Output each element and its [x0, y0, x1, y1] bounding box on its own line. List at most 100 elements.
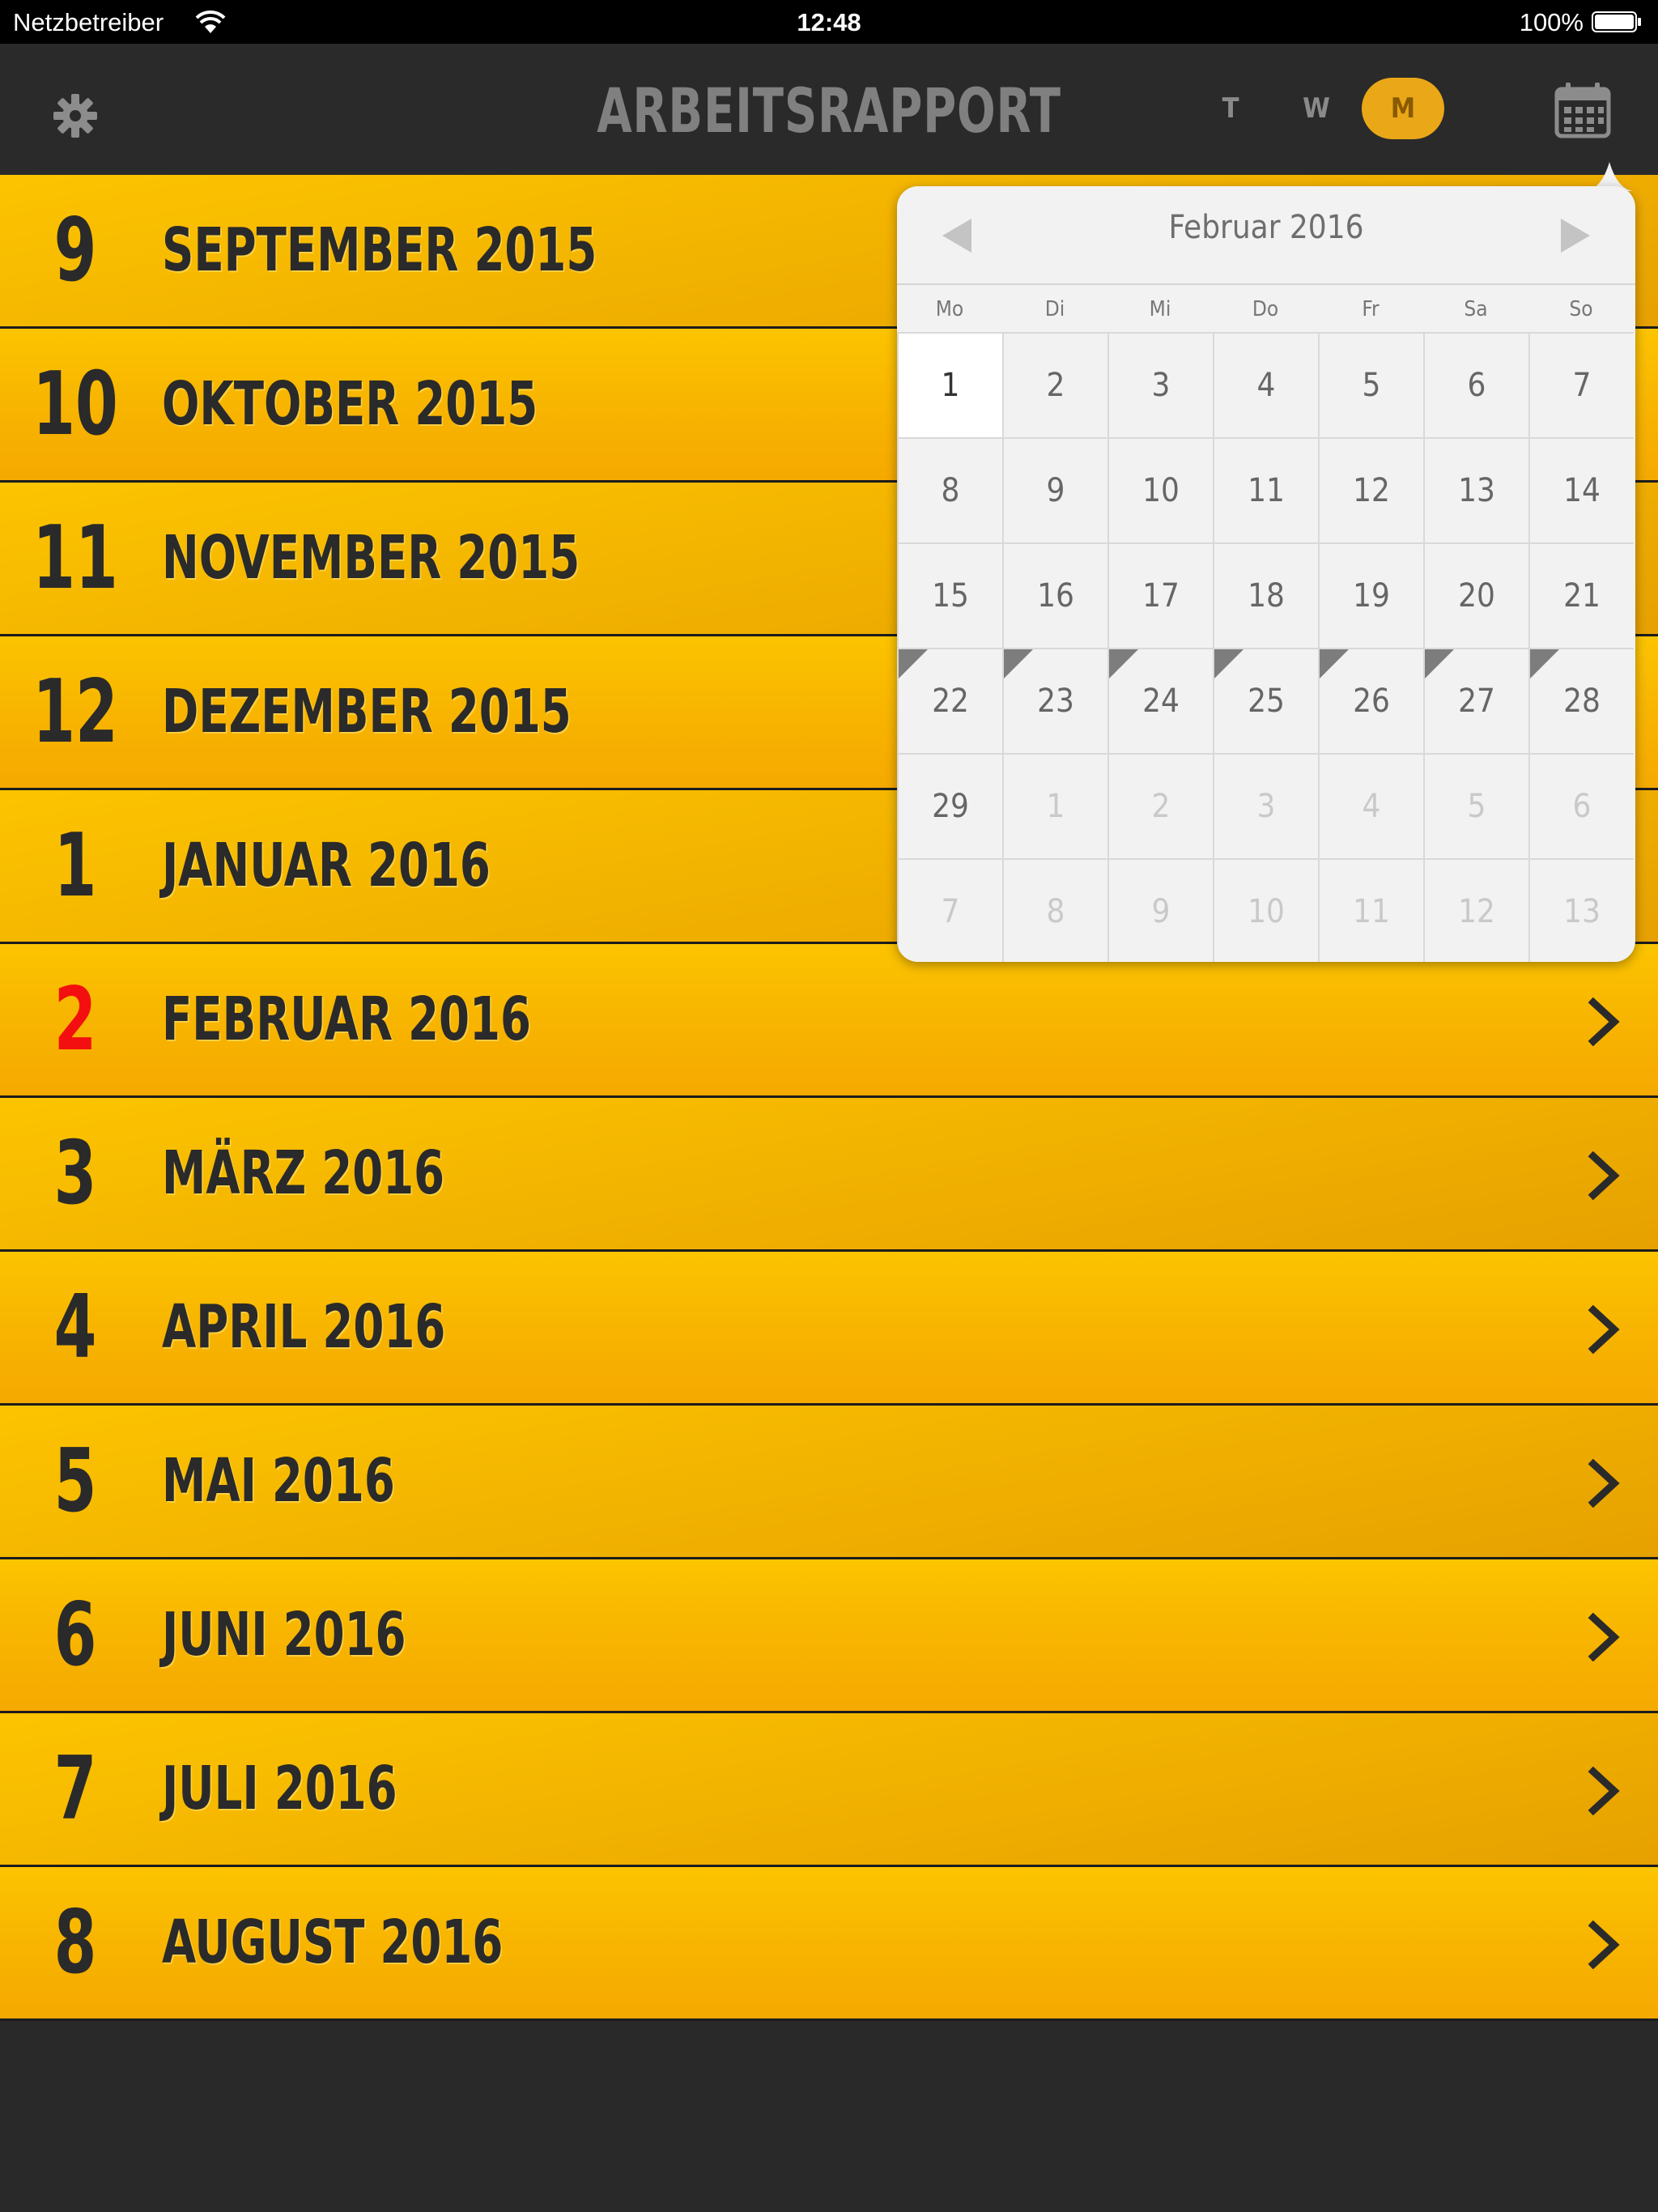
calendar-day: 5: [1423, 753, 1528, 858]
calendar-day[interactable]: 10: [1107, 437, 1213, 542]
day-number: 9: [1151, 893, 1171, 930]
calendar-day[interactable]: 1: [897, 332, 1002, 437]
calendar-day[interactable]: 3: [1107, 332, 1213, 437]
weekday-label: Mi: [1149, 297, 1171, 321]
month-label: NOVEMBER 2015: [162, 523, 580, 593]
segment-month[interactable]: M: [1362, 78, 1444, 139]
calendar-day[interactable]: 16: [1002, 542, 1107, 648]
calendar-day[interactable]: 7: [1528, 332, 1634, 437]
calendar-day[interactable]: 28: [1528, 648, 1634, 753]
month-row[interactable]: 8 AUGUST 2016: [0, 1867, 1658, 2021]
day-number: 22: [932, 683, 969, 720]
calendar-day[interactable]: 21: [1528, 542, 1634, 648]
segment-week[interactable]: W: [1292, 78, 1341, 139]
calendar-day: 8: [1002, 858, 1107, 962]
day-number: 3: [1256, 788, 1276, 825]
chevron-right-icon: [1588, 1767, 1620, 1815]
month-number: 10: [32, 354, 118, 455]
calendar-day[interactable]: 9: [1002, 437, 1107, 542]
month-row[interactable]: 6 JUNI 2016: [0, 1559, 1658, 1713]
month-number: 1: [53, 815, 97, 917]
day-number: 7: [1572, 367, 1592, 404]
calendar-day[interactable]: 8: [897, 437, 1002, 542]
calendar-day[interactable]: 18: [1213, 542, 1318, 648]
month-label: SEPTEMBER 2015: [162, 215, 597, 285]
calendar-day[interactable]: 23: [1002, 648, 1107, 753]
calendar-day[interactable]: 4: [1213, 332, 1318, 437]
day-number: 29: [932, 788, 969, 825]
weekday-label: Di: [1044, 297, 1065, 321]
calendar-day[interactable]: 14: [1528, 437, 1634, 542]
calendar-day: 10: [1213, 858, 1318, 962]
gear-icon[interactable]: [50, 91, 100, 141]
day-number: 13: [1458, 472, 1495, 509]
month-label: MAI 2016: [162, 1446, 395, 1516]
calendar-day[interactable]: 27: [1423, 648, 1528, 753]
day-number: 12: [1353, 472, 1390, 509]
day-number: 13: [1563, 893, 1601, 930]
entry-marker: [1004, 649, 1033, 678]
calendar-day[interactable]: 24: [1107, 648, 1213, 753]
calendar-day[interactable]: 15: [897, 542, 1002, 648]
calendar-month-title: Februar 2016: [1168, 209, 1364, 246]
calendar-day[interactable]: 17: [1107, 542, 1213, 648]
calendar-day[interactable]: 11: [1213, 437, 1318, 542]
calendar-day: 13: [1528, 858, 1634, 962]
calendar-day[interactable]: 13: [1423, 437, 1528, 542]
battery-icon: [1592, 11, 1641, 32]
month-number: 4: [53, 1277, 97, 1378]
month-row[interactable]: 2 FEBRUAR 2016: [0, 944, 1658, 1098]
calendar-day[interactable]: 5: [1318, 332, 1423, 437]
segment-day[interactable]: T: [1206, 78, 1255, 139]
calendar-day[interactable]: 12: [1318, 437, 1423, 542]
day-number: 18: [1248, 577, 1285, 615]
day-number: 19: [1353, 577, 1390, 615]
calendar-day[interactable]: 2: [1002, 332, 1107, 437]
entry-marker: [1425, 649, 1454, 678]
calendar-day[interactable]: 20: [1423, 542, 1528, 648]
day-number: 11: [1248, 472, 1285, 509]
month-label: JANUAR 2016: [162, 831, 491, 900]
calendar-header: Februar 2016: [897, 186, 1635, 282]
calendar-day[interactable]: 26: [1318, 648, 1423, 753]
day-number: 14: [1563, 472, 1601, 509]
month-label: APRIL 2016: [162, 1292, 446, 1362]
calendar-day[interactable]: 6: [1423, 332, 1528, 437]
day-number: 7: [941, 893, 960, 930]
calendar-day[interactable]: 25: [1213, 648, 1318, 753]
calendar-day[interactable]: 22: [897, 648, 1002, 753]
clock: 12:48: [797, 8, 861, 36]
day-number: 28: [1563, 683, 1601, 720]
status-bar: Netzbetreiber 12:48 100%: [0, 0, 1658, 44]
calendar-icon[interactable]: [1554, 81, 1611, 139]
calendar-day[interactable]: 29: [897, 753, 1002, 858]
weekday-label: Mo: [935, 297, 964, 321]
day-number: 16: [1037, 577, 1074, 615]
month-row[interactable]: 7 JULI 2016: [0, 1713, 1658, 1867]
day-number: 23: [1037, 683, 1074, 720]
day-number: 6: [1572, 788, 1592, 825]
month-label: MÄRZ 2016: [162, 1138, 445, 1208]
calendar-day[interactable]: 19: [1318, 542, 1423, 648]
month-number: 8: [53, 1892, 97, 1993]
calendar-day: 6: [1528, 753, 1634, 858]
day-number: 5: [1467, 788, 1486, 825]
day-number: 24: [1142, 683, 1180, 720]
month-label: JUNI 2016: [162, 1600, 406, 1670]
day-number: 10: [1248, 893, 1285, 930]
month-number: 3: [53, 1123, 97, 1224]
month-row[interactable]: 4 APRIL 2016: [0, 1252, 1658, 1406]
month-number: 7: [53, 1738, 97, 1840]
day-number: 6: [1467, 367, 1486, 404]
calendar-day: 9: [1107, 858, 1213, 962]
nav-bar: ARBEITSRAPPORT T W M: [0, 44, 1658, 175]
month-row[interactable]: 3 MÄRZ 2016: [0, 1098, 1658, 1252]
month-row[interactable]: 5 MAI 2016: [0, 1406, 1658, 1559]
day-number: 27: [1458, 683, 1495, 720]
triangle-right-icon[interactable]: [1554, 215, 1595, 256]
day-number: 8: [1046, 893, 1065, 930]
month-label: AUGUST 2016: [162, 1908, 504, 1977]
day-number: 3: [1151, 367, 1171, 404]
day-number: 17: [1142, 577, 1180, 615]
weekday-label: Do: [1252, 297, 1279, 321]
